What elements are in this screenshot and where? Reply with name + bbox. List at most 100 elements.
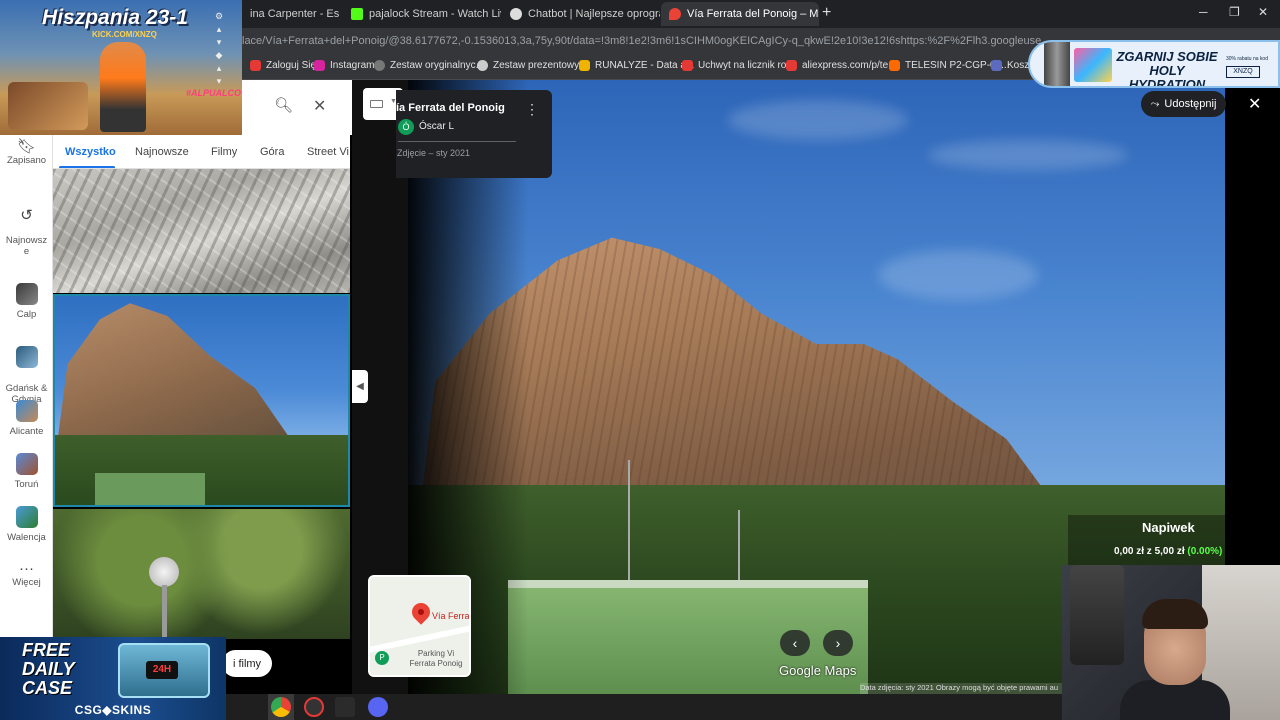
- history-icon: ↺: [20, 207, 33, 224]
- valencia-thumbnail: [15, 506, 38, 528]
- bookmark-label: aliexpress.com/p/te...: [802, 60, 897, 71]
- rail-item-saved[interactable]: 🔖︎ Zapisano: [0, 139, 53, 166]
- tab-all[interactable]: Wszystko: [65, 146, 116, 158]
- tab-latest[interactable]: Najnowsze: [135, 146, 189, 158]
- rail-label: Calp: [16, 309, 37, 320]
- rail-item-alicante[interactable]: Alicante: [0, 400, 53, 437]
- minimize-icon[interactable]: ─: [1199, 5, 1208, 19]
- tab-chatbot[interactable]: Chatbot | Najlepsze oprogramo ✕: [502, 2, 660, 26]
- maximize-icon[interactable]: ❐: [1229, 5, 1240, 19]
- bookmark-icon: [889, 60, 900, 71]
- bookmark-icon: [477, 60, 488, 71]
- place-title[interactable]: ía Ferrata del Ponoig: [396, 102, 526, 114]
- bookmark[interactable]: aliexpress.com/p/te...: [786, 60, 896, 71]
- bookmark-icon: [374, 60, 385, 71]
- bookmark[interactable]: RUNALYZE - Data a...: [579, 60, 694, 71]
- terminal-icon[interactable]: [335, 697, 355, 717]
- tab-espresso[interactable]: ina Carpenter - Espre ✕: [242, 2, 340, 26]
- minimap-parking-label: Parking Vi Ferrata Ponoig: [409, 649, 463, 668]
- search-icon[interactable]: 🔍︎: [274, 96, 293, 114]
- tip-amount: 0,00 zł z 5,00 zł (0.00%): [1114, 546, 1222, 557]
- discord-icon[interactable]: [368, 697, 388, 717]
- bookmark[interactable]: Zestaw prezentowy...: [477, 60, 587, 71]
- bookmark[interactable]: Zestaw oryginalnyc...: [374, 60, 484, 71]
- more-options-icon[interactable]: ⋮: [525, 101, 539, 118]
- window-close-icon[interactable]: ✕: [1258, 5, 1268, 19]
- free-daily-case-text: FREE DAILY CASE: [22, 640, 75, 698]
- search-header: [242, 80, 352, 135]
- streamer-body: [1120, 680, 1230, 720]
- building-roof: [508, 580, 868, 588]
- close-icon[interactable]: ✕: [313, 96, 326, 116]
- alicante-thumbnail: [15, 400, 38, 422]
- bookmark-label: RUNALYZE - Data a...: [595, 60, 695, 71]
- author-name[interactable]: Óscar L: [419, 121, 454, 132]
- keyboard-icon: [370, 100, 383, 108]
- ad-small-text: 30% rabatu na kod: [1226, 56, 1268, 62]
- previous-photo-button[interactable]: ‹: [780, 630, 810, 656]
- chrome-icon[interactable]: [271, 697, 291, 717]
- stream-promo-banner: Hiszpania 23-1 KICK.COM/XNZQ #ALPUALCO ⚙…: [0, 0, 242, 135]
- rail-item-valencia[interactable]: Walencja: [0, 506, 53, 543]
- antenna: [628, 460, 630, 590]
- tab-label: ina Carpenter - Espre: [250, 8, 340, 20]
- rail-item-more[interactable]: ··· Więcej: [0, 560, 53, 588]
- screen: ina Carpenter - Espre ✕ pajalock Stream …: [0, 0, 1280, 720]
- bookmark-label: Zestaw oryginalnyc...: [390, 60, 484, 71]
- promo-channel: KICK.COM/XNZQ: [92, 30, 157, 39]
- next-photo-button[interactable]: ›: [823, 630, 853, 656]
- gdansk-thumbnail: [15, 346, 38, 368]
- bookmark[interactable]: Uchwyt na licznik ro...: [682, 60, 795, 71]
- tab-label: Vía Ferrata del Ponoig – Mapy: [687, 8, 819, 20]
- tab-street-view[interactable]: Street Vi: [307, 146, 349, 158]
- photos-videos-chip[interactable]: i filmy: [222, 650, 272, 677]
- aliexpress-icon: [786, 60, 797, 71]
- pin-dot: [418, 609, 424, 615]
- streamer-hair: [1142, 599, 1208, 629]
- csgskins-ad: FREE DAILY CASE 24H CSG◆SKINS: [0, 637, 226, 720]
- rail-item-torun[interactable]: Toruń: [0, 453, 53, 490]
- rail-label: Walencja: [7, 532, 46, 543]
- rail-item-recent[interactable]: ↺ Najnowsz e: [0, 199, 53, 257]
- ad-discount-code: XNZQ: [1226, 66, 1260, 78]
- close-viewer-icon[interactable]: ✕: [1248, 94, 1261, 114]
- bookmark-label: Instagram: [330, 60, 375, 71]
- csgskins-logo: CSG◆SKINS: [74, 703, 152, 717]
- new-tab-button[interactable]: +: [822, 4, 831, 22]
- minimap-pin-label: Vía Ferra: [432, 611, 470, 621]
- url-text[interactable]: lace/Vía+Ferrata+del+Ponoig/@38.6177672,…: [242, 35, 1042, 47]
- promo-controls: ⚙ ▴ ▾ ◆ ▴ ▾: [214, 11, 224, 86]
- parking-icon: P: [375, 651, 389, 665]
- share-button[interactable]: ⤳ Udostępnij: [1141, 91, 1226, 117]
- tab-videos[interactable]: Filmy: [211, 146, 237, 158]
- photo-attribution: Data zdjęcia: sty 2021 Obrazy mogą być o…: [860, 683, 1070, 694]
- bookmark[interactable]: Instagram: [314, 60, 374, 71]
- bookmark[interactable]: Zaloguj Się: [250, 60, 316, 71]
- product-pack-image: [1074, 48, 1112, 82]
- tab-pajalock[interactable]: pajalock Stream - Watch Live o ✕: [343, 2, 501, 26]
- tab-mountain[interactable]: Góra: [260, 146, 284, 158]
- calp-thumbnail: [15, 283, 38, 305]
- photo-thumbnail[interactable]: [53, 509, 350, 639]
- more-icon: ···: [19, 560, 34, 577]
- divider: [398, 141, 516, 142]
- maps-side-rail: 🔖︎ Zapisano ↺ Najnowsz e Calp Gdańsk & G…: [0, 135, 53, 638]
- obs-icon[interactable]: [304, 697, 324, 717]
- author-avatar[interactable]: Ó: [398, 119, 414, 135]
- photo-thumbnail[interactable]: [53, 169, 350, 293]
- bookmark-icon: [579, 60, 590, 71]
- tab-maps[interactable]: Vía Ferrata del Ponoig – Mapy ✕: [661, 2, 819, 26]
- tip-percent: (0.00%): [1187, 546, 1223, 557]
- collapse-panel-button[interactable]: ◀: [352, 370, 368, 403]
- rail-item-calp[interactable]: Calp: [0, 283, 53, 320]
- rail-item-gdansk[interactable]: Gdańsk & Gdynia: [0, 335, 53, 405]
- rail-label: Najnowsz e: [5, 235, 48, 257]
- rail-label: Alicante: [9, 426, 44, 437]
- photo-filter-tabs: Wszystko Najnowsze Filmy Góra Street Vi: [53, 135, 350, 169]
- photo-thumbnail-selected[interactable]: [53, 294, 350, 507]
- case-timer: 24H: [146, 661, 178, 679]
- tip-title: Napiwek: [1142, 520, 1195, 535]
- minimap[interactable]: Vía Ferra P Parking Vi Ferrata Ponoig: [368, 575, 471, 677]
- holy-hydration-ad: ZGARNIJ SOBIE HOLY HYDRATION 30% rabatu …: [1028, 40, 1280, 88]
- bookmark-icon: [991, 60, 1002, 71]
